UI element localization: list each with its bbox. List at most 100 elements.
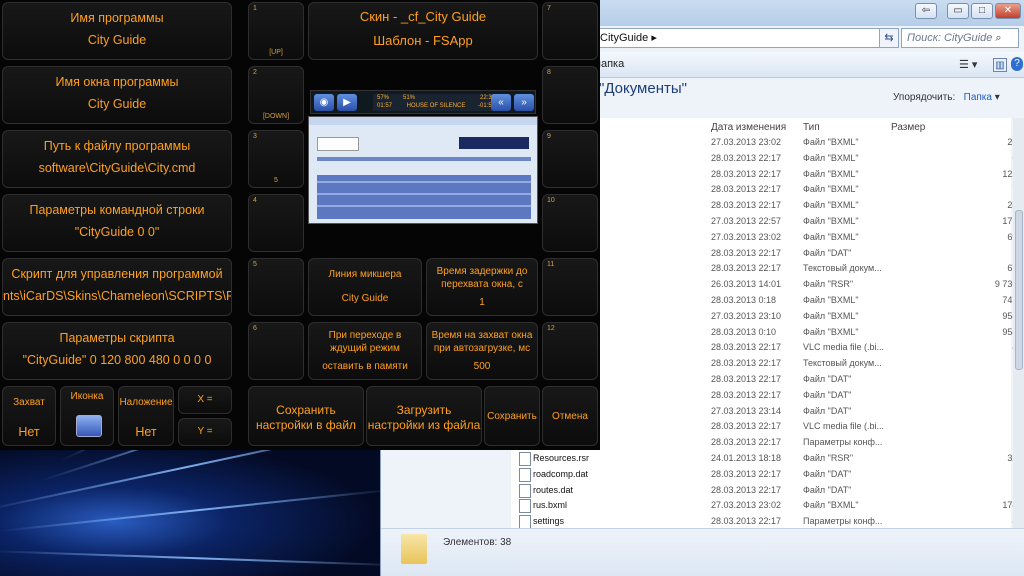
skin-template-button[interactable]: Скин - _cf_City Guide Шаблон - FSApp <box>308 2 538 60</box>
down-button[interactable]: 2 [DOWN] <box>248 66 304 124</box>
program-path-value: software\CityGuide\City.cmd <box>38 161 196 175</box>
window-name-label: Имя окна программы <box>55 75 179 89</box>
file-date: 28.03.2013 22:17 <box>711 200 782 211</box>
maximize-button[interactable]: □ <box>971 3 993 19</box>
slot-number-10: 10 <box>547 197 555 204</box>
file-type: Файл "DAT" <box>803 484 852 495</box>
file-icon <box>519 467 531 482</box>
overlay-button[interactable]: Наложение Нет <box>118 386 174 446</box>
file-size: 1 КБ <box>921 485 1024 495</box>
file-date: 28.03.2013 22:17 <box>711 263 782 274</box>
autoload-label: Время на захват окна при автозагрузке, м… <box>431 330 533 354</box>
file-size: 747 КБ <box>1002 295 1024 305</box>
autoload-button[interactable]: Время на захват окна при автозагрузке, м… <box>426 322 538 380</box>
program-path-button[interactable]: Путь к файлу программы software\CityGuid… <box>2 130 232 188</box>
icon-button[interactable]: Иконка <box>60 386 114 446</box>
x-label: X = <box>197 394 213 405</box>
scrollbar-thumb[interactable] <box>1015 210 1023 370</box>
save-button[interactable]: Сохранить <box>484 386 540 446</box>
play-icon[interactable]: ▶ <box>337 94 357 111</box>
file-type: Файл "RSR" <box>803 453 854 463</box>
slot-number-7: 7 <box>547 5 551 12</box>
slot-7-button[interactable]: 7 <box>542 2 598 60</box>
file-size: 958 КБ <box>1002 310 1024 321</box>
file-size: 122 КБ <box>1002 168 1024 179</box>
file-date: 24.01.2013 18:18 <box>711 453 782 463</box>
preview-pane-icon[interactable]: ▥ <box>993 58 1007 72</box>
file-size: 26 КБ <box>921 137 1024 147</box>
file-date: 27.03.2013 23:02 <box>711 231 782 242</box>
slot-12-button[interactable]: 12 <box>542 322 598 380</box>
column-date[interactable]: Дата изменения <box>711 122 786 133</box>
script-params-button[interactable]: Параметры скрипта "CityGuide" 0 120 800 … <box>2 322 232 380</box>
close-button[interactable]: ✕ <box>995 3 1021 19</box>
delay-label: Время задержки до перехвата окна, с <box>436 266 528 290</box>
next-icon[interactable]: » <box>514 94 534 111</box>
eject-icon[interactable]: ◉ <box>314 94 334 111</box>
previous-icon[interactable]: « <box>491 94 511 111</box>
file-date: 27.03.2013 22:57 <box>711 216 782 226</box>
search-icon: ⌕ <box>995 32 1002 44</box>
file-icon <box>519 483 531 498</box>
address-bar[interactable]: CityGuide ▸ <box>591 28 883 48</box>
load-from-file-button[interactable]: Загрузить настройки из файла <box>366 386 482 446</box>
file-row[interactable]: roadcomp.dat 28.03.2013 22:17 Файл "DAT" 1 … <box>511 467 1024 483</box>
column-size[interactable]: Размер <box>891 122 925 133</box>
mixer-button[interactable]: Линия микшера City Guide <box>308 258 422 316</box>
browser-preview-thumbnail <box>308 116 538 224</box>
save-to-file-button[interactable]: Сохранить настройки в файл <box>248 386 364 446</box>
y-button[interactable]: Y = <box>178 418 232 446</box>
delay-button[interactable]: Время задержки до перехвата окна, с 1 <box>426 258 538 316</box>
file-type: Файл "DAT" <box>803 468 852 479</box>
refresh-icon[interactable]: ⇆ <box>879 28 899 48</box>
slot-8-button[interactable]: 8 <box>542 66 598 124</box>
slot-number-11: 11 <box>547 261 555 268</box>
program-name-button[interactable]: Имя программы City Guide <box>2 2 232 60</box>
standby-button[interactable]: При переходе в ждущий режим оставить в п… <box>308 322 422 380</box>
slot-6-button[interactable]: 6 <box>248 322 304 380</box>
file-date: 28.03.2013 22:17 <box>711 389 782 400</box>
file-date: 28.03.2013 22:17 <box>711 421 782 432</box>
script-label: Скрипт для управления программой <box>11 267 223 281</box>
page-button[interactable]: 3 5 <box>248 130 304 188</box>
column-type[interactable]: Тип <box>803 122 820 133</box>
file-size: 69 КБ <box>921 232 1024 242</box>
slot-10-button[interactable]: 10 <box>542 194 598 252</box>
save-to-file-label: Сохранить настройки в файл <box>255 403 357 432</box>
capture-button[interactable]: Захват Нет <box>2 386 56 446</box>
slot-number-8: 8 <box>547 69 551 76</box>
minimize-button[interactable]: ▭ <box>947 3 969 19</box>
file-name: roadcomp.dat <box>533 468 589 479</box>
file-row[interactable]: rus.bxml 27.03.2013 23:02 Файл "BXML" 178 К… <box>511 498 1024 514</box>
file-date: 28.03.2013 22:17 <box>711 358 782 369</box>
file-date: 28.03.2013 22:17 <box>711 168 782 179</box>
cancel-button[interactable]: Отмена <box>542 386 598 446</box>
city-guide-icon <box>76 415 102 437</box>
file-size: 1 КБ <box>921 437 1024 447</box>
file-type: VLC media file (.bi... <box>803 421 885 432</box>
slot-11-button[interactable]: 11 <box>542 258 598 316</box>
back-switch-button[interactable]: ⇦ <box>915 3 937 19</box>
mixer-value: City Guide <box>341 293 389 304</box>
help-icon[interactable]: ? <box>1011 57 1023 71</box>
desktop-background <box>0 440 380 576</box>
file-row[interactable]: routes.dat 28.03.2013 22:17 Файл "DAT" 1 КБ <box>511 483 1024 499</box>
x-button[interactable]: X = <box>178 386 232 414</box>
arrange-by[interactable]: Упорядочить: Папка ▾ <box>893 92 1000 103</box>
up-button[interactable]: 1 [UP] <box>248 2 304 60</box>
file-date: 27.03.2013 23:02 <box>711 137 782 147</box>
cmdline-button[interactable]: Параметры командной строки "CityGuide 0 … <box>2 194 232 252</box>
slot-5-button[interactable]: 5 <box>248 258 304 316</box>
window-name-value: City Guide <box>87 97 147 111</box>
window-name-button[interactable]: Имя окна программы City Guide <box>2 66 232 124</box>
slot-9-button[interactable]: 9 <box>542 130 598 188</box>
slot-4-button[interactable]: 4 <box>248 194 304 252</box>
file-type: Файл "BXML" <box>803 200 859 211</box>
search-input[interactable]: Поиск: CityGuide ⌕ <box>901 28 1019 48</box>
file-size: 1 КБ <box>921 248 1024 258</box>
file-row[interactable]: Resources.rsr 24.01.2013 18:18 Файл "RSR" 3… <box>511 451 1024 467</box>
page-value: 5 <box>274 177 278 184</box>
view-options-icon[interactable]: ☰ ▾ <box>959 58 977 71</box>
script-button[interactable]: Скрипт для управления программой nts\iCa… <box>2 258 232 316</box>
file-date: 28.03.2013 22:17 <box>711 342 782 353</box>
